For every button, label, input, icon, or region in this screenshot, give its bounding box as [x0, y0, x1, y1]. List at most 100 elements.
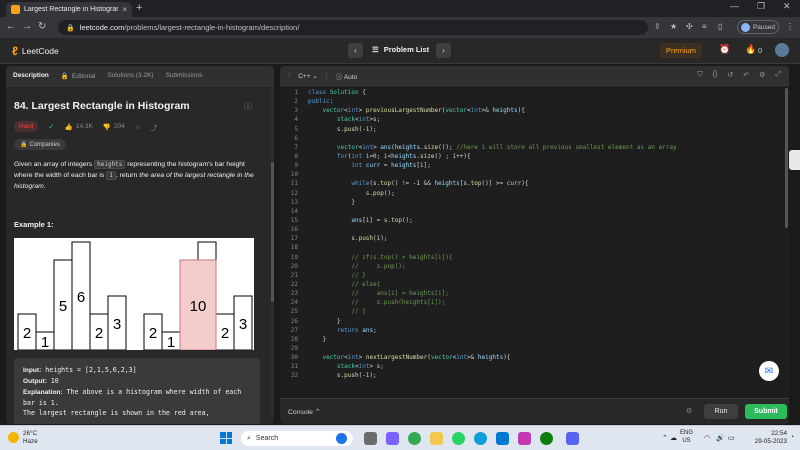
fullscreen-icon[interactable]: ⤢: [775, 71, 781, 79]
code-line[interactable]: 4 stack<int>s;: [280, 115, 789, 124]
tray-chevron-icon[interactable]: ⌃: [662, 434, 668, 442]
code-line[interactable]: 11 while(s.top() != -1 && heights[s.top(…: [280, 179, 789, 188]
tab-solutions[interactable]: Solutions (3.2K): [107, 72, 153, 79]
code-line[interactable]: 1 class Solution {: [280, 88, 789, 97]
code-line[interactable]: 31 stack<int> s;: [280, 362, 789, 371]
code-line[interactable]: 5 s.push(-1);: [280, 125, 789, 134]
code-line[interactable]: 20 // s.pop();: [280, 262, 789, 271]
code-line[interactable]: 8 for(int i=0; i<heights.size() ; i++){: [280, 152, 789, 161]
side-panel-tab[interactable]: [789, 150, 800, 170]
address-bar[interactable]: 🔒 leetcode.com/problems/largest-rectangl…: [58, 20, 648, 35]
prev-problem-button[interactable]: ‹: [348, 43, 363, 58]
submit-button[interactable]: Submit: [745, 404, 787, 419]
info-icon[interactable]: ⓘ: [244, 101, 252, 112]
code-line[interactable]: 21 // }: [280, 271, 789, 280]
dislike-button[interactable]: 👎 204: [103, 123, 125, 131]
autocomplete-toggle[interactable]: ⓘ Auto: [336, 71, 357, 81]
code-line[interactable]: 17 s.push(i);: [280, 234, 789, 243]
code-line[interactable]: 30 vector<int> nextLargestNumber(vector<…: [280, 353, 789, 362]
bookmark-icon[interactable]: ⛉: [697, 71, 702, 79]
left-scrollbar-thumb[interactable]: [271, 162, 274, 302]
editor-scrollbar[interactable]: [785, 86, 788, 396]
code-line[interactable]: 19 // if(s.top() > heights[i]){: [280, 253, 789, 262]
code-line[interactable]: 18: [280, 243, 789, 252]
task-view-icon[interactable]: [364, 432, 377, 445]
reading-list-icon[interactable]: ≡: [702, 22, 707, 31]
code-line[interactable]: 3 vector<int> previousLargestNumber(vect…: [280, 106, 789, 115]
share-icon[interactable]: ⤴: [151, 122, 158, 132]
code-line[interactable]: 27 return ans;: [280, 326, 789, 335]
user-avatar[interactable]: [775, 43, 789, 57]
code-line[interactable]: 29: [280, 344, 789, 353]
code-line[interactable]: 28 }: [280, 335, 789, 344]
sidepanel-icon[interactable]: ▯: [718, 22, 722, 31]
playground-icon[interactable]: ⚙: [686, 407, 692, 415]
volume-icon[interactable]: 🔊: [716, 434, 725, 442]
code-line[interactable]: 10: [280, 170, 789, 179]
minimize-icon[interactable]: —: [730, 1, 739, 11]
photos-icon[interactable]: [518, 432, 531, 445]
whatsapp-icon[interactable]: [452, 432, 465, 445]
code-line[interactable]: 25 // }: [280, 307, 789, 316]
run-button[interactable]: Run: [704, 404, 738, 419]
weather-widget[interactable]: 26°C Haze: [8, 430, 38, 445]
premium-button[interactable]: Premium: [660, 43, 702, 58]
code-editor[interactable]: 1 class Solution {2 public: 3 vector<int> p…: [280, 88, 789, 396]
tab-editorial[interactable]: 🔒 Editorial: [61, 72, 96, 80]
code-line[interactable]: 16: [280, 225, 789, 234]
new-tab-button[interactable]: +: [136, 2, 142, 14]
windows-start-icon[interactable]: [220, 432, 232, 444]
code-line[interactable]: 26 }: [280, 317, 789, 326]
browser-tab[interactable]: Largest Rectangle in Histogram ×: [6, 2, 132, 17]
extensions-icon[interactable]: ✣: [686, 22, 693, 31]
left-scrollbar[interactable]: [271, 86, 274, 416]
code-line[interactable]: 32 s.push(-1);: [280, 371, 789, 380]
code-line[interactable]: 9 int curr = heights[i];: [280, 161, 789, 170]
clock[interactable]: 22:54 29-05-2023: [743, 430, 787, 445]
code-line[interactable]: 12 s.pop();: [280, 189, 789, 198]
outlook-icon[interactable]: [496, 432, 509, 445]
braces-icon[interactable]: {}: [713, 71, 718, 79]
close-window-icon[interactable]: ✕: [783, 1, 791, 12]
taskbar-search[interactable]: ⌕ Search: [241, 431, 353, 446]
forward-icon[interactable]: →: [22, 21, 32, 32]
reset-icon[interactable]: ↺: [727, 71, 733, 79]
chrome-icon[interactable]: [408, 432, 421, 445]
problem-list-button[interactable]: ☰ Problem List: [372, 45, 429, 54]
undo-icon[interactable]: ↶: [743, 71, 749, 79]
discord-icon[interactable]: [566, 432, 579, 445]
code-line[interactable]: 14: [280, 207, 789, 216]
code-line[interactable]: 13 }: [280, 198, 789, 207]
tab-description[interactable]: Description: [13, 72, 49, 79]
bookmark-star-icon[interactable]: ★: [670, 22, 677, 31]
edge-icon[interactable]: [474, 432, 487, 445]
maximize-icon[interactable]: ❐: [757, 1, 765, 12]
code-line[interactable]: 7 vector<int> ans(heights.size()); //her…: [280, 143, 789, 152]
teams-chat-icon[interactable]: [386, 432, 399, 445]
code-line[interactable]: 24 // s.push(heights[i]);: [280, 298, 789, 307]
code-line[interactable]: 2 public:: [280, 97, 789, 106]
favorite-star-icon[interactable]: ☆: [135, 123, 141, 131]
profile-button[interactable]: Paused: [737, 20, 779, 34]
chat-bubble-icon[interactable]: ✉: [759, 361, 779, 381]
xbox-icon[interactable]: [540, 432, 553, 445]
code-line[interactable]: 6: [280, 134, 789, 143]
console-toggle[interactable]: Console ⌃: [288, 408, 321, 416]
editor-scrollbar-thumb[interactable]: [785, 88, 788, 228]
wifi-icon[interactable]: ◠: [704, 434, 710, 442]
language-indicator[interactable]: ENG US: [680, 430, 693, 445]
code-line[interactable]: 15 ans[i] = s.top();: [280, 216, 789, 225]
code-line[interactable]: 23 // ans[i] = heights[i];: [280, 289, 789, 298]
alarm-icon[interactable]: ⏰: [719, 44, 730, 55]
reload-icon[interactable]: ↻: [38, 21, 46, 32]
next-problem-button[interactable]: ›: [436, 43, 451, 58]
settings-icon[interactable]: ⚙: [759, 71, 765, 79]
like-button[interactable]: 👍 14.3K: [65, 123, 93, 131]
browser-menu-icon[interactable]: ⋮: [786, 22, 794, 31]
cloud-icon[interactable]: ☁: [670, 434, 677, 442]
code-line[interactable]: 22 // else{: [280, 280, 789, 289]
companies-tag[interactable]: 🔒 Companies: [14, 139, 66, 150]
language-select[interactable]: C++ ⌄: [298, 72, 318, 80]
close-tab-icon[interactable]: ×: [122, 5, 127, 14]
fire-icon[interactable]: 🔥: [745, 44, 756, 55]
